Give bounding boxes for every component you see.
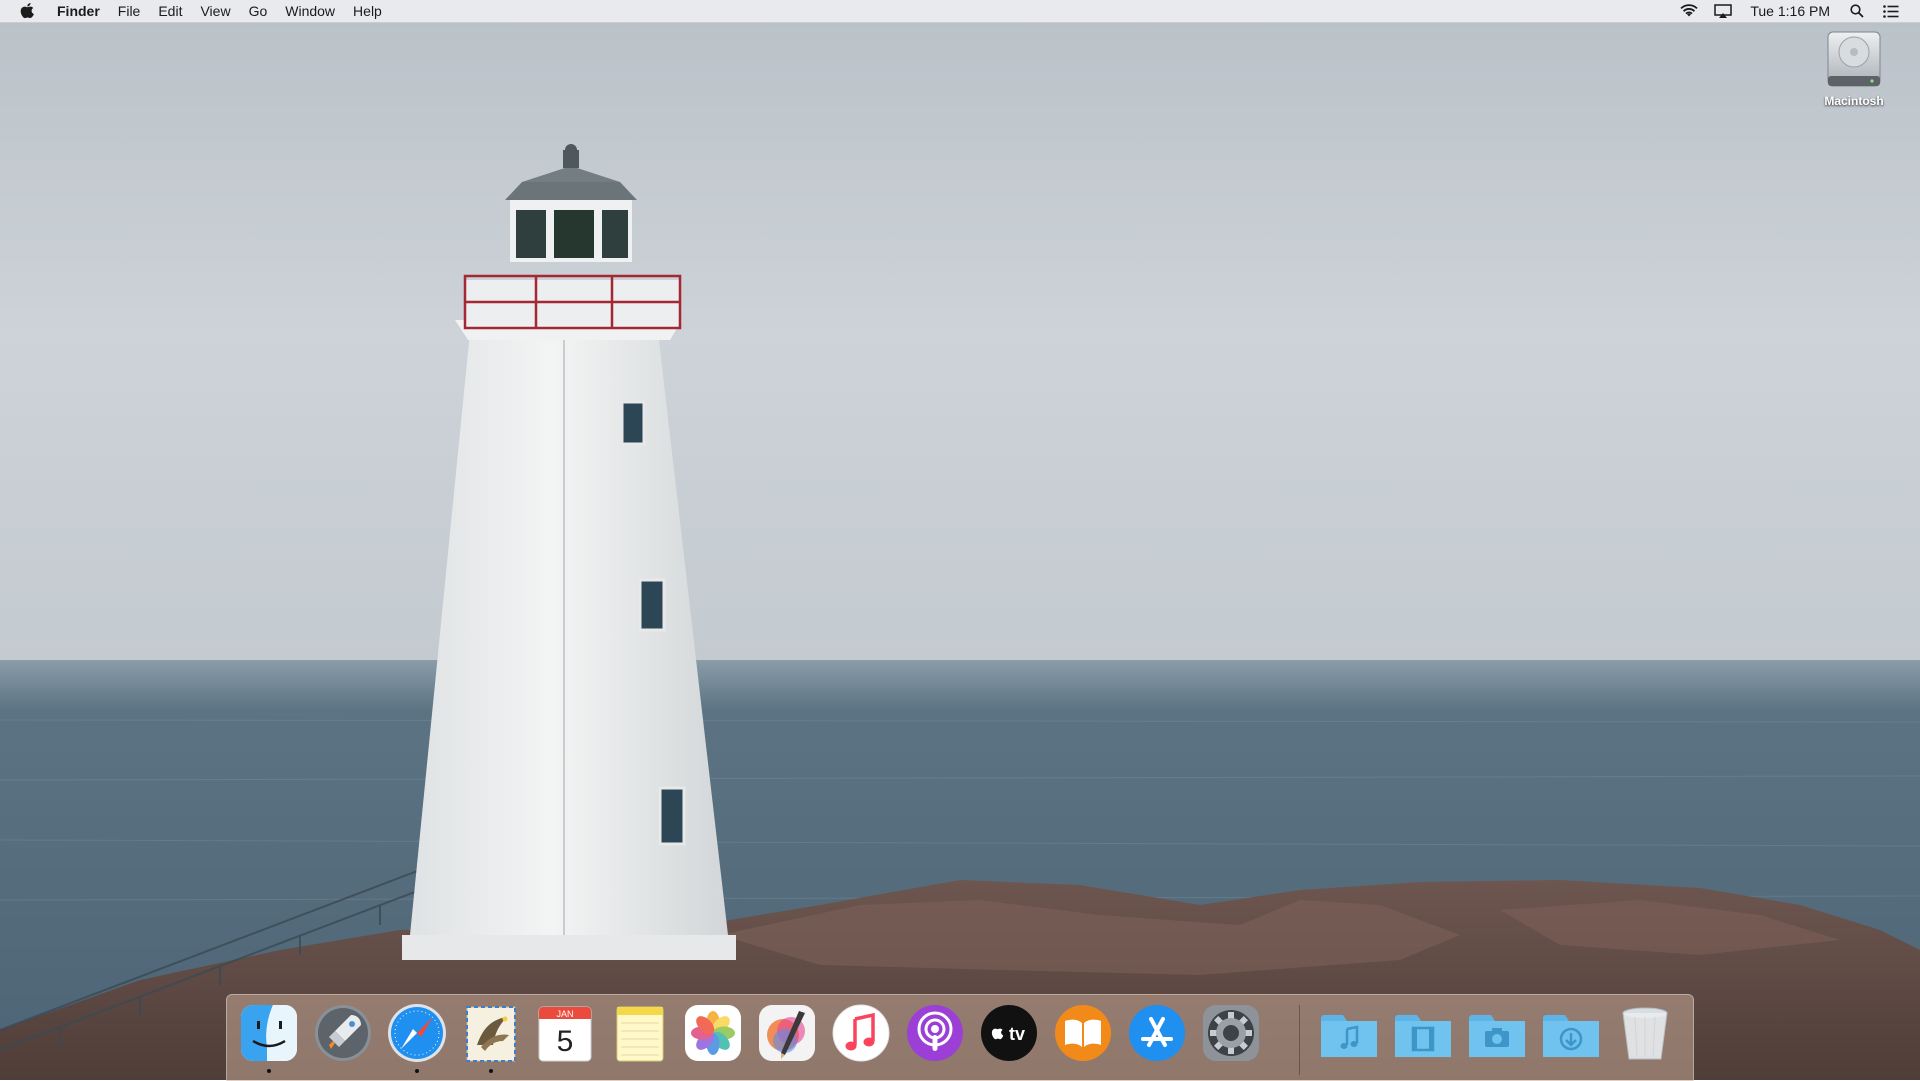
dock-app-pixelmator[interactable]	[755, 1001, 819, 1067]
menu-view[interactable]: View	[191, 0, 239, 22]
pixelmator-icon	[759, 1005, 815, 1061]
music-folder-icon	[1321, 1015, 1377, 1057]
calendar-icon: JAN 5	[538, 1006, 592, 1062]
dock-folder-movies[interactable]	[1391, 1001, 1455, 1067]
dock-app-calendar[interactable]: JAN 5	[533, 1001, 597, 1067]
dock-folder-music[interactable]	[1317, 1001, 1381, 1067]
photos-icon	[685, 1005, 741, 1061]
dock-folder-pictures[interactable]	[1465, 1001, 1529, 1067]
desktop-wallpaper	[0, 0, 1920, 1080]
desktop-icon-macintosh[interactable]: Macintosh	[1808, 28, 1900, 108]
movies-folder-icon	[1395, 1015, 1451, 1057]
menu-go[interactable]: Go	[240, 0, 277, 22]
dock-app-books[interactable]	[1051, 1001, 1115, 1067]
calendar-month: JAN	[556, 1009, 573, 1019]
search-icon[interactable]	[1844, 0, 1870, 22]
trash-icon	[1622, 1007, 1668, 1060]
gear-icon	[1203, 1005, 1259, 1061]
desktop-icon-label: Macintosh	[1824, 94, 1884, 108]
dock-app-music[interactable]	[829, 1001, 893, 1067]
apple-logo-icon[interactable]	[16, 0, 38, 22]
running-indicator	[415, 1069, 419, 1073]
menu-bar: Finder File Edit View Go Window Help Tue…	[0, 0, 1920, 23]
dock-trash[interactable]	[1613, 1001, 1677, 1067]
finder-icon	[241, 1005, 297, 1061]
menu-app-name[interactable]: Finder	[48, 0, 109, 22]
apple-tv-label: tv	[1009, 1024, 1025, 1044]
dock-app-photos[interactable]	[681, 1001, 745, 1067]
downloads-folder-icon	[1543, 1015, 1599, 1057]
dock-app-safari[interactable]	[385, 1001, 449, 1073]
music-icon	[832, 1004, 890, 1062]
launchpad-icon	[315, 1005, 371, 1061]
menu-window[interactable]: Window	[276, 0, 344, 22]
menu-edit[interactable]: Edit	[149, 0, 191, 22]
dock: JAN 5 tv	[226, 994, 1694, 1081]
menu-file[interactable]: File	[109, 0, 150, 22]
dock-app-finder[interactable]	[237, 1001, 301, 1073]
dock-app-launchpad[interactable]	[311, 1001, 375, 1067]
dock-separator	[1299, 1005, 1300, 1075]
books-icon	[1055, 1005, 1111, 1061]
safari-icon	[388, 1004, 446, 1062]
apple-tv-icon: tv	[981, 1005, 1037, 1061]
app-store-icon	[1129, 1005, 1185, 1061]
podcasts-icon	[907, 1005, 963, 1061]
hard-disk-icon	[1827, 31, 1881, 87]
mail-icon	[466, 1006, 516, 1062]
notes-icon	[616, 1006, 664, 1062]
dock-app-notes[interactable]	[607, 1001, 671, 1067]
pictures-folder-icon	[1469, 1015, 1525, 1057]
dock-folder-downloads[interactable]	[1539, 1001, 1603, 1067]
menu-clock[interactable]: Tue 1:16 PM	[1740, 3, 1840, 19]
wifi-icon[interactable]	[1676, 0, 1702, 22]
running-indicator	[267, 1069, 271, 1073]
menu-help[interactable]: Help	[344, 0, 391, 22]
airplay-icon[interactable]	[1710, 0, 1736, 22]
dock-app-mail[interactable]	[459, 1001, 523, 1073]
running-indicator	[489, 1069, 493, 1073]
notification-center-icon[interactable]	[1878, 0, 1904, 22]
dock-app-system-preferences[interactable]	[1199, 1001, 1263, 1067]
dock-app-app-store[interactable]	[1125, 1001, 1189, 1067]
dock-app-podcasts[interactable]	[903, 1001, 967, 1067]
dock-app-apple-tv[interactable]: tv	[977, 1001, 1041, 1067]
calendar-day: 5	[557, 1025, 574, 1058]
